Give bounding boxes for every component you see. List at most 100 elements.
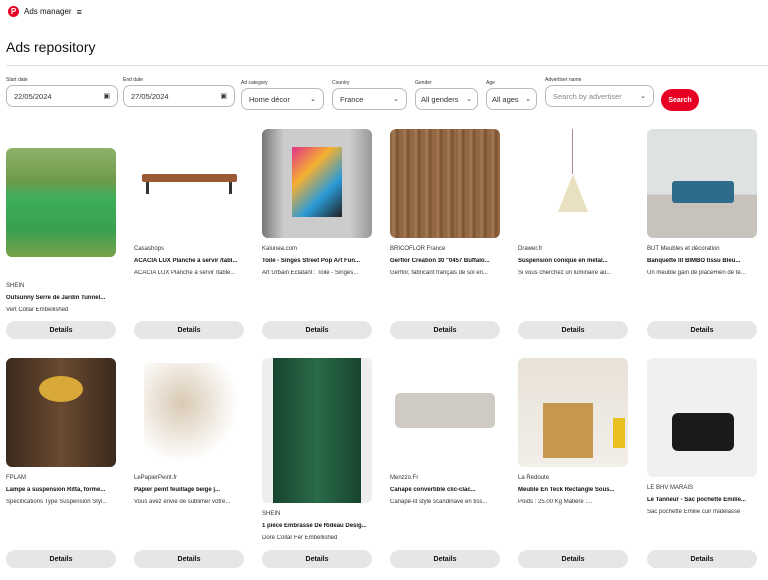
country-select[interactable]: France ⌄ (332, 88, 407, 110)
chevron-down-icon: ⌄ (393, 96, 399, 103)
ad-title: Meuble En Teck Rectangle Sous... (518, 487, 615, 493)
ad-advertiser: SHEIN (6, 283, 25, 289)
age-filter: Age All ages ⌄ (486, 80, 537, 110)
advertiser-placeholder: Search by advertiser (553, 91, 622, 101)
ad-image[interactable] (134, 358, 244, 467)
ad-card[interactable]: Casashops ACACIA LUX Planche à servir /t… (134, 129, 244, 276)
ad-category-label: Ad category (241, 80, 268, 86)
ad-title: Papier peint feuillage beige |... (134, 487, 221, 493)
age-select[interactable]: All ages ⌄ (486, 88, 537, 110)
ad-description: Sac pochette Emilie cuir matelassé (647, 509, 741, 515)
search-button[interactable]: Search (661, 89, 699, 111)
gender-value: All genders (421, 94, 459, 104)
ad-card[interactable]: FPLAM Lampe à suspension Ritta, forme...… (6, 358, 116, 505)
ad-image[interactable] (6, 358, 116, 467)
ad-description: Vous avez envie de sublimer votre... (134, 499, 231, 505)
ad-title: Outsunny Serre de Jardin Tunnel... (6, 295, 106, 301)
ad-card[interactable]: LePapierPeint.fr Papier peint feuillage … (134, 358, 244, 505)
ad-title: Lampe à suspension Ritta, forme... (6, 487, 106, 493)
details-button[interactable]: Details (647, 550, 757, 568)
details-button[interactable]: Details (134, 550, 244, 568)
app-title[interactable]: Ads manager (24, 7, 72, 16)
page-title: Ads repository (6, 39, 96, 55)
ad-image[interactable] (390, 129, 500, 238)
details-button[interactable]: Details (262, 550, 372, 568)
ad-card[interactable]: SHEIN 1 pièce Embrasse De Rideau Desig..… (262, 358, 372, 541)
calendar-icon[interactable]: ▣ (220, 92, 227, 100)
ad-description: Un meuble gain de placeRien de te... (647, 270, 746, 276)
ad-card[interactable]: LE BHV MARAIS Le Tanneur - Sac pochette … (647, 358, 757, 515)
ad-advertiser: La Redoute (518, 475, 550, 481)
ad-card[interactable]: Drawer.fr Suspension conique en métal...… (518, 129, 628, 276)
pinterest-logo-icon[interactable]: P (8, 6, 19, 17)
gender-label: Gender (415, 80, 432, 86)
details-button[interactable]: Details (518, 550, 628, 568)
country-value: France (340, 94, 364, 104)
ad-title: ACACIA LUX Planche à servir /tabl... (134, 258, 238, 264)
details-button[interactable]: Details (6, 321, 116, 339)
advertiser-input[interactable]: Search by advertiser ⌄ (545, 85, 654, 107)
chevron-down-icon: ⌄ (466, 96, 472, 103)
ad-category-filter: Ad category Home décor ⌄ (241, 80, 324, 110)
ad-title: Le Tanneur - Sac pochette Emilie... (647, 497, 746, 503)
ad-card[interactable]: BUT Meubles et décoration Banquette lit … (647, 129, 757, 276)
chevron-down-icon: ⌄ (640, 93, 646, 100)
app-header: P Ads manager ≡ (8, 6, 82, 17)
details-button[interactable]: Details (134, 321, 244, 339)
ad-image[interactable] (647, 358, 757, 477)
details-button[interactable]: Details (647, 321, 757, 339)
ad-image[interactable] (6, 148, 116, 257)
ad-description: Vert Collar Embellished (6, 307, 69, 313)
details-button[interactable]: Details (6, 550, 116, 568)
ad-description: Poids : 25.00 Kg Matière :... (518, 499, 593, 505)
age-value: All ages (492, 94, 519, 104)
end-date-filter: End date 27/05/2024 ▣ (123, 77, 235, 107)
ad-advertiser: BRICOFLOR France (390, 246, 446, 252)
ad-image[interactable] (518, 129, 628, 238)
ad-image[interactable] (134, 129, 244, 238)
ad-card[interactable]: Kalunea.com Toile - Singes Street Pop Ar… (262, 129, 372, 276)
calendar-icon[interactable]: ▣ (103, 92, 110, 100)
ad-description: Gerflor, fabricant français de sol en... (390, 270, 489, 276)
gender-filter: Gender All genders ⌄ (415, 80, 478, 110)
ad-description: Art Urbain Éclatant : Toile - Singes... (262, 270, 359, 276)
ad-advertiser: Menzzo.Fr (390, 475, 419, 481)
ad-card[interactable]: SHEIN Outsunny Serre de Jardin Tunnel...… (6, 148, 116, 313)
ad-image[interactable] (262, 358, 372, 503)
ad-category-select[interactable]: Home décor ⌄ (241, 88, 324, 110)
end-date-value: 27/05/2024 (131, 91, 169, 101)
ad-image[interactable] (647, 129, 757, 238)
end-date-input[interactable]: 27/05/2024 ▣ (123, 85, 235, 107)
details-button[interactable]: Details (262, 321, 372, 339)
ad-card[interactable]: Menzzo.Fr Canapé convertible clic-clac..… (390, 358, 500, 505)
start-date-input[interactable]: 22/05/2024 ▣ (6, 85, 118, 107)
ad-advertiser: FPLAM (6, 475, 27, 481)
ad-advertiser: SHEIN (262, 511, 281, 517)
country-filter: Country France ⌄ (332, 80, 407, 110)
ad-title: Toile - Singes Street Pop Art Fun... (262, 258, 361, 264)
ad-title: 1 pièce Embrasse De Rideau Desig... (262, 523, 367, 529)
hamburger-icon[interactable]: ≡ (77, 7, 82, 17)
ad-advertiser: LE BHV MARAIS (647, 485, 694, 491)
ad-card[interactable]: BRICOFLOR France Gerflor Creation 30 "04… (390, 129, 500, 276)
ad-image[interactable] (262, 129, 372, 238)
ad-image[interactable] (518, 358, 628, 467)
ad-title: Banquette lit BIMBO tissu Bleu... (647, 258, 741, 264)
details-button[interactable]: Details (390, 321, 500, 339)
details-button[interactable]: Details (518, 321, 628, 339)
start-date-value: 22/05/2024 (14, 91, 52, 101)
ad-description: Spécifications Type Suspension Styl... (6, 499, 108, 505)
ad-title: Canapé convertible clic-clac... (390, 487, 476, 493)
details-button[interactable]: Details (390, 550, 500, 568)
divider (6, 65, 768, 66)
ad-description: Doré Collar Fer Embellished (262, 535, 338, 541)
ad-advertiser: Drawer.fr (518, 246, 543, 252)
ad-advertiser: Casashops (134, 246, 165, 252)
ad-card[interactable]: La Redoute Meuble En Teck Rectangle Sous… (518, 358, 628, 505)
ad-advertiser: LePapierPeint.fr (134, 475, 178, 481)
ad-advertiser: BUT Meubles et décoration (647, 246, 720, 252)
gender-select[interactable]: All genders ⌄ (415, 88, 478, 110)
country-label: Country (332, 80, 350, 86)
start-date-filter: Start date 22/05/2024 ▣ (6, 77, 118, 107)
ad-image[interactable] (390, 358, 500, 467)
